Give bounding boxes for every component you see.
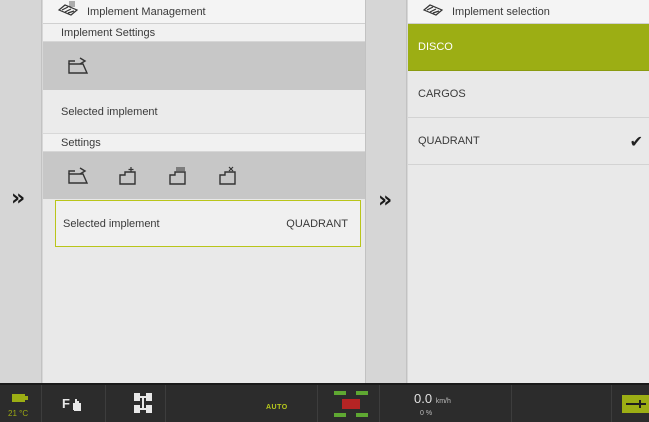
speed-segment: 0.0 km/h 0 %	[380, 385, 512, 422]
implement-option-cargos[interactable]: CARGOS	[408, 71, 649, 118]
selected-implement-value: QUADRANT	[286, 217, 348, 230]
implement-settings-toolbar	[43, 42, 365, 90]
axle-icon	[134, 392, 154, 421]
auto-segment[interactable]: AUTO	[166, 385, 318, 422]
temperature-segment: 21 °C	[0, 385, 42, 422]
implement-edit-icon[interactable]	[65, 55, 91, 77]
implement-list-icon[interactable]	[165, 165, 191, 187]
implement-option-disco[interactable]: DISCO	[408, 24, 649, 71]
implement-option-quadrant[interactable]: QUADRANT ✔	[408, 118, 649, 165]
pto-segment[interactable]: F	[42, 385, 106, 422]
hitch-icon	[334, 391, 370, 422]
panel-header: Implement selection	[408, 0, 649, 24]
implement-management-panel: Implement Management Implement Settings …	[43, 0, 365, 383]
expand-chevron-icon[interactable]: »	[378, 188, 392, 213]
implement-add-icon[interactable]	[115, 165, 141, 187]
expand-chevron-icon[interactable]: »	[11, 186, 25, 211]
selected-implement-field-label: Selected implement	[63, 217, 160, 230]
settings-toolbar	[43, 152, 365, 199]
panel-title: Implement Management	[87, 5, 206, 18]
screen: » Implement Management Implement Setting…	[0, 0, 649, 383]
panel-title: Implement selection	[452, 5, 550, 18]
section-settings: Settings	[43, 134, 365, 152]
axle-segment[interactable]	[106, 385, 166, 422]
battery-icon	[12, 390, 28, 408]
temperature-readout: 21 °C	[8, 409, 29, 418]
middle-gutter: »	[365, 0, 407, 383]
implement-selection-panel: Implement selection DISCO CARGOS QUADRAN…	[408, 0, 649, 383]
selected-implement-field[interactable]: Selected implement QUADRANT	[55, 200, 361, 247]
implement-hitch-icon	[622, 395, 649, 418]
svg-text:F: F	[62, 396, 70, 411]
implement-delete-icon[interactable]	[215, 165, 241, 187]
implement-edit-icon[interactable]	[65, 165, 91, 187]
section-implement-settings: Implement Settings	[43, 24, 365, 42]
implement-icon	[57, 1, 79, 22]
speed-readout: 0.0 km/h	[414, 391, 451, 406]
hitch-status-segment[interactable]	[612, 385, 649, 422]
panel-header: Implement Management	[43, 0, 365, 24]
hand-pto-icon: F	[62, 394, 86, 417]
status-bar: 21 °C F AUTO 0.0 km/h 0 %	[0, 383, 649, 422]
checkmark-icon: ✔	[629, 131, 643, 151]
implement-icon	[422, 1, 444, 22]
list-item-label: CARGOS	[418, 88, 466, 100]
selected-implement-label: Selected implement	[61, 105, 158, 118]
speed-value: 0.0	[414, 391, 433, 406]
list-item-label: DISCO	[418, 41, 453, 53]
auto-label: AUTO	[266, 404, 288, 411]
blank-segment	[512, 385, 612, 422]
left-gutter: »	[0, 0, 42, 383]
slip-readout: 0 %	[420, 410, 433, 417]
list-item-label: QUADRANT	[418, 135, 480, 147]
selected-implement-row[interactable]: Selected implement	[43, 90, 365, 134]
hitch-segment[interactable]	[318, 385, 380, 422]
speed-unit: km/h	[435, 398, 451, 405]
